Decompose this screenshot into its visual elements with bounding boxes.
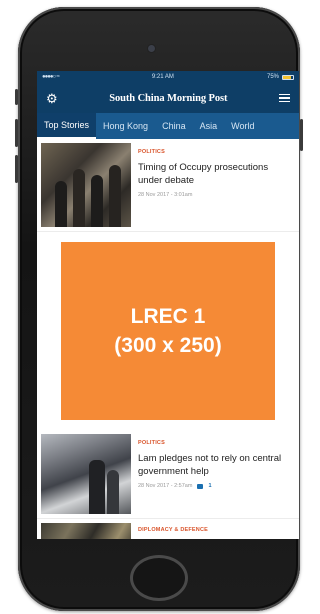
gear-icon[interactable]: ⚙ bbox=[46, 92, 58, 105]
article-category: POLITICS bbox=[138, 149, 165, 155]
battery-percent: 75% bbox=[266, 74, 279, 80]
article-timestamp: 28 Nov 2017 - 2:57am bbox=[138, 483, 193, 489]
tab-world[interactable]: World bbox=[224, 113, 261, 139]
article-card[interactable]: POLITICS Lam pledges not to rely on cent… bbox=[37, 430, 299, 519]
comment-count: 1 bbox=[208, 483, 212, 489]
app-header: ⚙ South China Morning Post bbox=[37, 83, 299, 113]
article-thumbnail bbox=[41, 523, 131, 539]
power-button bbox=[300, 119, 303, 151]
article-thumbnail bbox=[41, 143, 131, 227]
volume-down-button bbox=[15, 155, 18, 183]
article-headline[interactable]: Timing of Occupy prosecutions under deba… bbox=[138, 161, 294, 187]
hamburger-menu-icon[interactable] bbox=[279, 93, 290, 103]
ad-label: LREC 1 bbox=[130, 305, 206, 328]
tab-hong-kong[interactable]: Hong Kong bbox=[96, 113, 155, 139]
home-button[interactable] bbox=[130, 555, 188, 601]
comment-icon[interactable] bbox=[197, 483, 204, 489]
volume-up-button bbox=[15, 119, 18, 147]
ad-size: (300 x 250) bbox=[114, 334, 222, 357]
article-category: POLITICS bbox=[138, 440, 165, 446]
app-title: South China Morning Post bbox=[109, 92, 228, 104]
status-bar: ●●●●○ ≈ 9:21 AM 75% bbox=[37, 71, 299, 83]
section-tabs: Top Stories Hong Kong China Asia World bbox=[37, 113, 299, 139]
tab-top-stories[interactable]: Top Stories bbox=[37, 113, 97, 139]
mute-switch bbox=[15, 89, 18, 105]
article-thumbnail bbox=[41, 434, 131, 514]
article-headline[interactable]: Lam pledges not to rely on central gover… bbox=[138, 452, 294, 478]
battery-icon bbox=[282, 74, 294, 80]
front-camera bbox=[148, 45, 155, 52]
article-card[interactable]: DIPLOMACY & DEFENCE bbox=[37, 519, 299, 539]
ad-slot: LREC 1 (300 x 250) bbox=[37, 232, 299, 430]
tab-asia[interactable]: Asia bbox=[193, 113, 225, 139]
article-card[interactable]: POLITICS Timing of Occupy prosecutions u… bbox=[37, 139, 299, 232]
article-category: DIPLOMACY & DEFENCE bbox=[138, 527, 209, 533]
tab-china[interactable]: China bbox=[155, 113, 193, 139]
app-screen: ●●●●○ ≈ 9:21 AM 75% ⚙ South China Mornin… bbox=[37, 71, 299, 539]
battery-level bbox=[283, 75, 291, 79]
article-timestamp: 28 Nov 2017 - 3:01am bbox=[138, 192, 193, 198]
status-time: 9:21 AM bbox=[151, 74, 174, 80]
carrier-signal: ●●●●○ ≈ bbox=[42, 74, 60, 80]
lrec-ad-placeholder[interactable]: LREC 1 (300 x 250) bbox=[61, 242, 275, 420]
